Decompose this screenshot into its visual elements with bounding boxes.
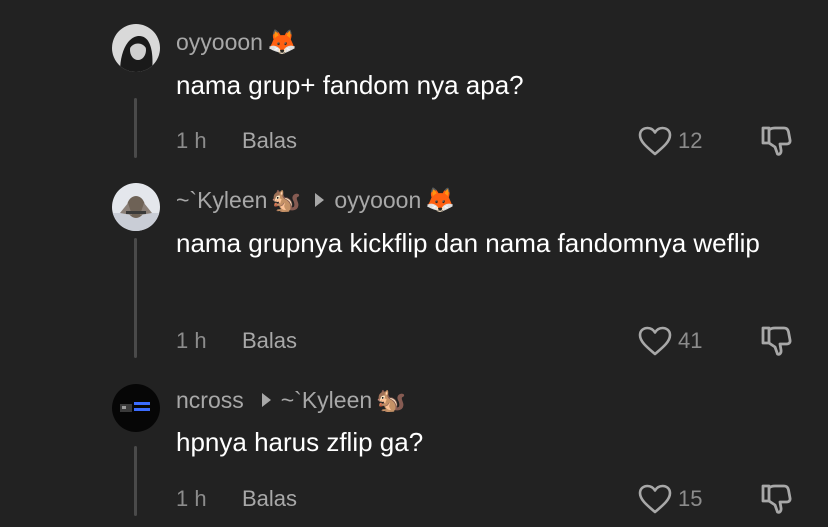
timestamp: 1 h [176, 328, 207, 353]
heart-outline-icon [638, 126, 672, 156]
like-count: 12 [678, 128, 703, 153]
like-button[interactable]: 41 [638, 324, 702, 358]
comment-header: oyyooon 🦊 [176, 26, 297, 58]
fox-emoji-icon: 🦊 [266, 28, 297, 56]
chipmunk-emoji-icon: 🐿️ [271, 186, 302, 214]
like-count: 41 [678, 328, 703, 353]
fox-emoji-icon: 🦊 [425, 186, 456, 214]
reply-to-username[interactable]: oyyooon [334, 187, 421, 214]
timestamp: 1 h [176, 128, 207, 153]
reply-button[interactable]: Balas [242, 328, 297, 354]
like-button[interactable]: 15 [638, 482, 702, 516]
thread-line [134, 238, 137, 358]
thumbs-down-outline-icon[interactable] [758, 123, 794, 159]
comment-header: ncross ~`Kyleen 🐿️ [176, 384, 406, 416]
chipmunk-emoji-icon: 🐿️ [376, 386, 407, 414]
like-count: 15 [678, 486, 703, 511]
avatar-kyleen[interactable] [112, 183, 160, 231]
like-button[interactable]: 12 [638, 124, 702, 158]
avatar-oyyooon[interactable] [112, 24, 160, 72]
thumbs-down-outline-icon[interactable] [758, 323, 794, 359]
username[interactable]: oyyooon [176, 29, 263, 56]
reply-to-username[interactable]: ~`Kyleen [281, 387, 372, 414]
comment-meta: 1 h Balas [176, 326, 297, 356]
comment-meta: 1 h Balas [176, 126, 297, 156]
reply-button[interactable]: Balas [242, 128, 297, 154]
comment-text: nama grupnya kickflip dan nama fandomnya… [176, 228, 760, 258]
reply-button[interactable]: Balas [242, 486, 297, 512]
timestamp: 1 h [176, 486, 207, 511]
thread-line [134, 446, 137, 516]
thumbs-down-outline-icon[interactable] [758, 481, 794, 517]
triangle-right-icon [261, 393, 271, 407]
comment-text: nama grup+ fandom nya apa? [176, 70, 524, 100]
heart-outline-icon [638, 484, 672, 514]
comment-header: ~`Kyleen 🐿️ oyyooon 🦊 [176, 184, 455, 216]
comment-text: hpnya harus zflip ga? [176, 427, 424, 457]
username[interactable]: ~`Kyleen [176, 187, 267, 214]
thread-line [134, 98, 137, 158]
avatar-ncross[interactable] [112, 384, 160, 432]
heart-outline-icon [638, 326, 672, 356]
triangle-right-icon [315, 193, 325, 207]
comment-meta: 1 h Balas [176, 484, 297, 514]
username[interactable]: ncross [176, 387, 244, 414]
